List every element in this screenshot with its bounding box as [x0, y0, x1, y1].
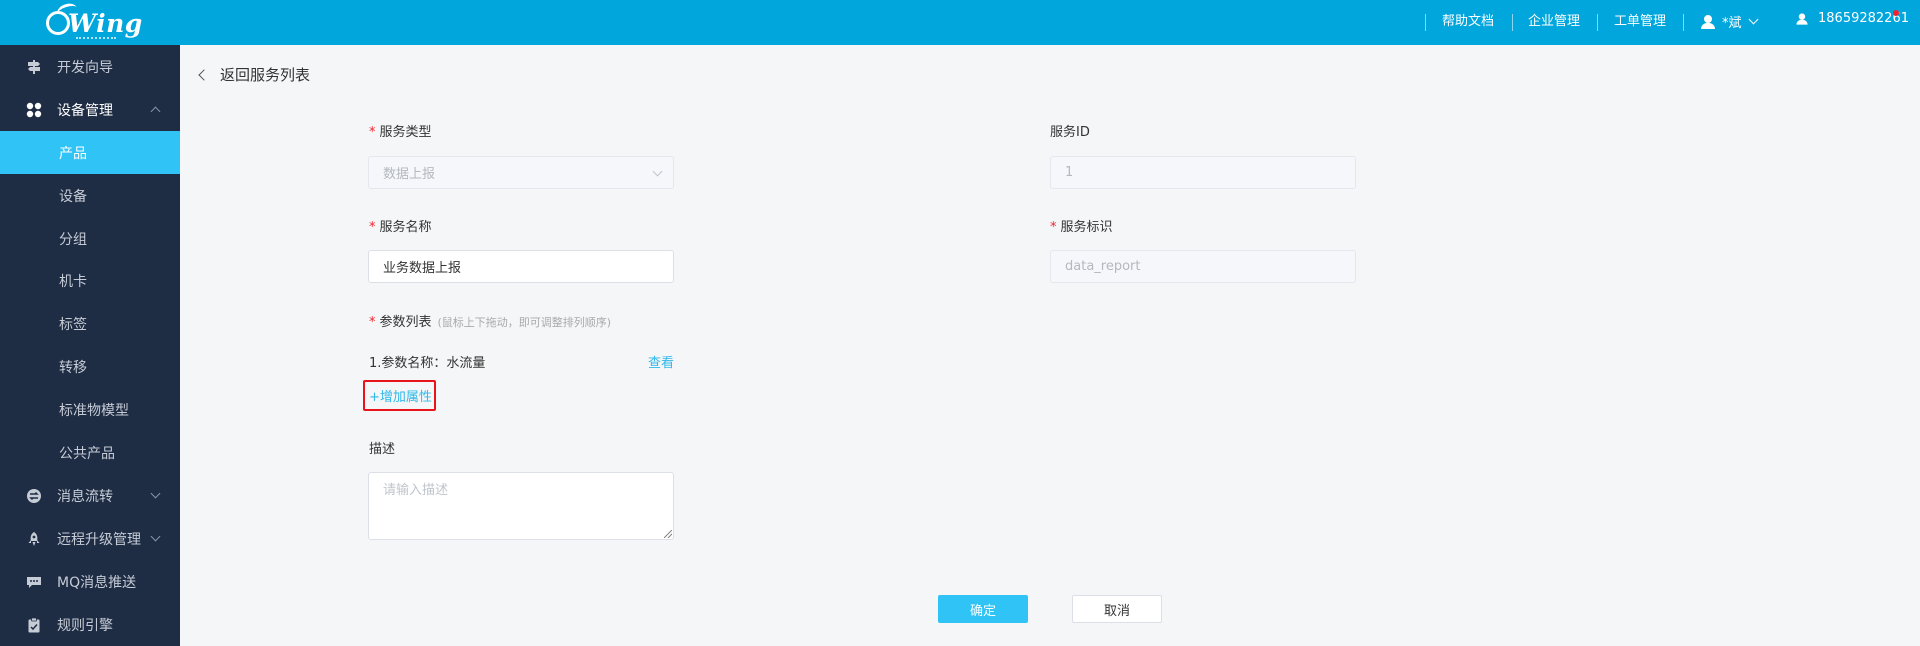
- sidebar-item-rule-engine[interactable]: 规则引擎: [0, 603, 180, 646]
- back-label: 返回服务列表: [220, 66, 311, 84]
- resize-handle[interactable]: [664, 530, 672, 538]
- rocket-icon: [28, 531, 40, 546]
- chevron-left-icon: [198, 68, 210, 81]
- sidebar-item-device-management[interactable]: 设备管理: [0, 88, 180, 131]
- user-menu[interactable]: *斌: [1701, 12, 1758, 31]
- logo-text: Wing: [68, 8, 143, 38]
- sidebar-item-label: MQ消息推送: [57, 574, 137, 591]
- nav-enterprise-management[interactable]: 企业管理: [1528, 13, 1580, 31]
- sidebar-item-mq-push[interactable]: MQ消息推送: [0, 560, 180, 603]
- user-name: *斌: [1722, 16, 1742, 31]
- logo[interactable]: Wing: [46, 6, 143, 40]
- param-list-label: * 参数列表 (鼠标上下拖动，即可调整排列顺序): [369, 315, 612, 330]
- logo-mark: [46, 11, 70, 35]
- sidebar-item-transfer[interactable]: 转移: [0, 345, 180, 388]
- chevron-down-icon: [150, 488, 161, 499]
- account-menu[interactable]: 18659282261: [1795, 11, 1909, 26]
- sidebar-item-label: 规则引擎: [57, 617, 113, 634]
- service-name-value: 业务数据上报: [383, 261, 462, 276]
- nav-ticket-management[interactable]: 工单管理: [1614, 13, 1666, 31]
- sidebar-item-public-product[interactable]: 公共产品: [0, 431, 180, 474]
- confirm-button[interactable]: 确定: [938, 595, 1028, 623]
- sidebar-item-label: 公共产品: [59, 445, 115, 462]
- sidebar-item-label: 远程升级管理: [57, 531, 141, 548]
- sidebar-item-tag[interactable]: 标签: [0, 302, 180, 345]
- logo-underline: [76, 37, 116, 39]
- chevron-down-icon: [150, 531, 161, 542]
- chat-icon: [27, 576, 41, 588]
- sidebar-item-label: 产品: [59, 145, 87, 162]
- param-list-hint: (鼠标上下拖动，即可调整排列顺序): [437, 316, 612, 329]
- description-placeholder: 请输入描述: [383, 483, 449, 498]
- flow-icon: [27, 488, 41, 503]
- service-type-label: * 服务类型: [369, 125, 432, 140]
- sidebar-item-label: 消息流转: [57, 488, 113, 505]
- signpost-icon: [28, 59, 40, 74]
- service-id-value: 1: [1065, 165, 1074, 180]
- sidebar-item-group[interactable]: 分组: [0, 217, 180, 260]
- account-icon: [1796, 12, 1808, 25]
- sidebar-item-device[interactable]: 设备: [0, 174, 180, 217]
- service-id-label: 服务ID: [1050, 125, 1090, 140]
- description-textarea[interactable]: 请输入描述: [368, 472, 674, 540]
- service-key-label: * 服务标识: [1050, 220, 1113, 235]
- sidebar-item-label: 机卡: [59, 273, 87, 290]
- sidebar-item-ota-management[interactable]: 远程升级管理: [0, 517, 180, 560]
- chevron-down-icon: [652, 166, 663, 177]
- top-header: Wing 帮助文档 企业管理 工单管理 *斌 18659282261: [0, 0, 1920, 45]
- cancel-button[interactable]: 取消: [1072, 595, 1162, 623]
- sidebar-item-sim-card[interactable]: 机卡: [0, 259, 180, 302]
- sidebar-item-label: 设备管理: [57, 102, 113, 119]
- service-name-input[interactable]: 业务数据上报: [368, 250, 674, 283]
- nav-divider: [1683, 14, 1684, 31]
- sidebar-item-label: 标签: [59, 316, 87, 333]
- nav-divider: [1512, 14, 1513, 31]
- param-item: 1.参数名称：水流量: [369, 356, 486, 371]
- nav-divider: [1597, 14, 1598, 31]
- service-key-input[interactable]: data_report: [1050, 250, 1356, 283]
- nav-help-docs[interactable]: 帮助文档: [1442, 13, 1494, 31]
- sidebar-item-label: 标准物模型: [59, 402, 129, 419]
- sidebar: 开发向导 设备管理 产品 设备 分组 机卡 标签 转移 标准物模型 公共产品 消…: [0, 45, 180, 646]
- user-icon: [1701, 14, 1715, 29]
- grid-icon: [26, 102, 42, 117]
- sidebar-item-message-flow[interactable]: 消息流转: [0, 474, 180, 517]
- nav-divider: [1425, 14, 1426, 31]
- chevron-down-icon: [1748, 14, 1758, 25]
- sidebar-item-label: 分组: [59, 231, 87, 248]
- sidebar-item-dev-guide[interactable]: 开发向导: [0, 45, 180, 88]
- sidebar-item-label: 开发向导: [57, 59, 113, 76]
- service-name-label: * 服务名称: [369, 220, 432, 235]
- back-to-service-list[interactable]: 返回服务列表: [198, 64, 311, 85]
- sidebar-item-label: 转移: [59, 359, 87, 376]
- view-param-link[interactable]: 查看: [648, 352, 674, 371]
- sidebar-item-standard-model[interactable]: 标准物模型: [0, 388, 180, 431]
- service-id-input[interactable]: 1: [1050, 156, 1356, 189]
- service-type-select[interactable]: 数据上报: [368, 156, 674, 189]
- clipboard-icon: [28, 617, 40, 632]
- add-attribute-button[interactable]: +增加属性: [363, 380, 436, 411]
- chevron-up-icon: [150, 106, 161, 117]
- description-label: 描述: [369, 442, 396, 457]
- notification-dot: [1893, 10, 1899, 16]
- sidebar-item-label: 设备: [59, 188, 87, 205]
- service-type-value: 数据上报: [383, 167, 436, 182]
- service-key-value: data_report: [1065, 259, 1141, 274]
- sidebar-item-product[interactable]: 产品: [0, 131, 180, 174]
